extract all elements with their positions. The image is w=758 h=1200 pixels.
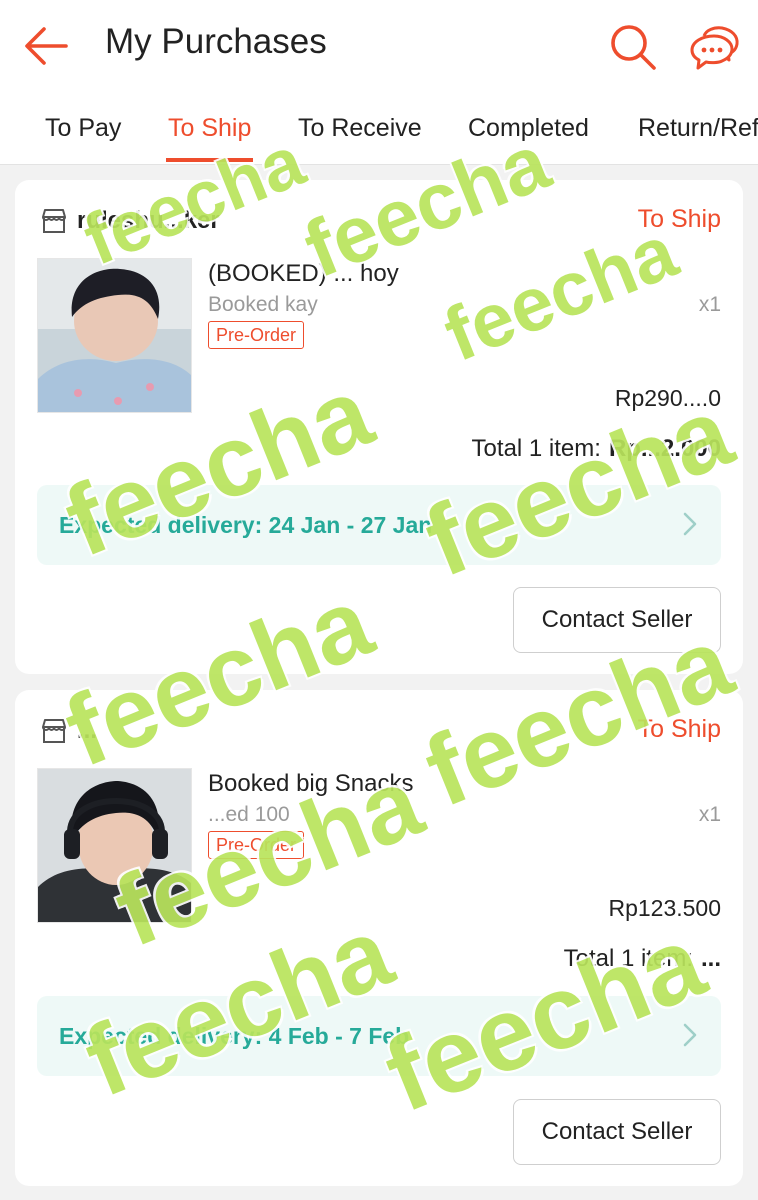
chevron-right-icon — [683, 1023, 697, 1047]
preorder-badge: Pre-Order — [208, 321, 305, 349]
product-photo — [38, 259, 191, 412]
arrow-left-icon[interactable] — [22, 24, 70, 68]
product-name[interactable]: (BOOKED) ... hoy — [208, 260, 399, 288]
product-variant: ...ed 100 — [208, 803, 290, 826]
shop-icon — [42, 719, 66, 743]
contact-seller-button[interactable]: Contact Seller — [513, 1099, 721, 1165]
order-card[interactable]: ruleshu...ker To Ship (BOOKED) ... hoy B… — [15, 180, 743, 674]
tab-return-refund[interactable]: Return/Ref — [638, 114, 758, 164]
expected-delivery-text: Expected delivery: 24 Jan - 27 Jan — [59, 512, 433, 538]
total-label: Total 1 item: — [471, 435, 601, 462]
page-title: My Purchases — [105, 22, 327, 61]
tab-completed[interactable]: Completed — [468, 114, 589, 164]
product-name[interactable]: Booked big Snacks — [208, 770, 413, 798]
product-price: Rp123.500 — [608, 895, 721, 921]
order-status: To Ship — [637, 205, 721, 233]
header-bar: My Purchases — [0, 0, 758, 92]
product-image[interactable] — [37, 768, 192, 923]
total-amount: Rp...2.000 — [608, 435, 721, 462]
tab-to-receive[interactable]: To Receive — [298, 114, 422, 164]
total-label: Total 1 item: — [563, 945, 693, 972]
expected-delivery-text: Expected delivery: 4 Feb - 7 Feb — [59, 1023, 410, 1049]
shop-name[interactable]: ruleshu...ker — [77, 207, 220, 235]
shop-icon — [42, 209, 66, 233]
chat-icon[interactable] — [688, 22, 740, 72]
product-quantity: x1 — [698, 293, 721, 316]
expected-delivery-row[interactable]: Expected delivery: 24 Jan - 27 Jan — [37, 485, 721, 565]
product-variant: Booked kay — [208, 293, 318, 316]
order-total: Total 1 item: Rp...2.000 — [472, 435, 721, 463]
product-image[interactable] — [37, 258, 192, 413]
tab-to-pay[interactable]: To Pay — [45, 114, 121, 164]
order-total: Total 1 item:... — [564, 945, 721, 973]
product-quantity: x1 — [698, 803, 721, 826]
shop-name[interactable]: ... — [77, 717, 97, 745]
expected-delivery-row[interactable]: Expected delivery: 4 Feb - 7 Feb — [37, 996, 721, 1076]
order-status-tabs: To Pay To Ship To Receive Completed Retu… — [0, 92, 758, 165]
contact-seller-button[interactable]: Contact Seller — [513, 587, 721, 653]
order-card[interactable]: ... To Ship Booked big Snacks ...ed 100 … — [15, 690, 743, 1186]
order-status: To Ship — [637, 715, 721, 743]
tab-to-ship[interactable]: To Ship — [165, 114, 254, 164]
preorder-badge: Pre-Order — [208, 831, 305, 859]
product-photo — [38, 769, 191, 922]
chevron-right-icon — [683, 512, 697, 536]
product-price: Rp290....0 — [614, 385, 721, 411]
search-icon[interactable] — [608, 22, 658, 72]
total-amount: ... — [700, 945, 721, 972]
